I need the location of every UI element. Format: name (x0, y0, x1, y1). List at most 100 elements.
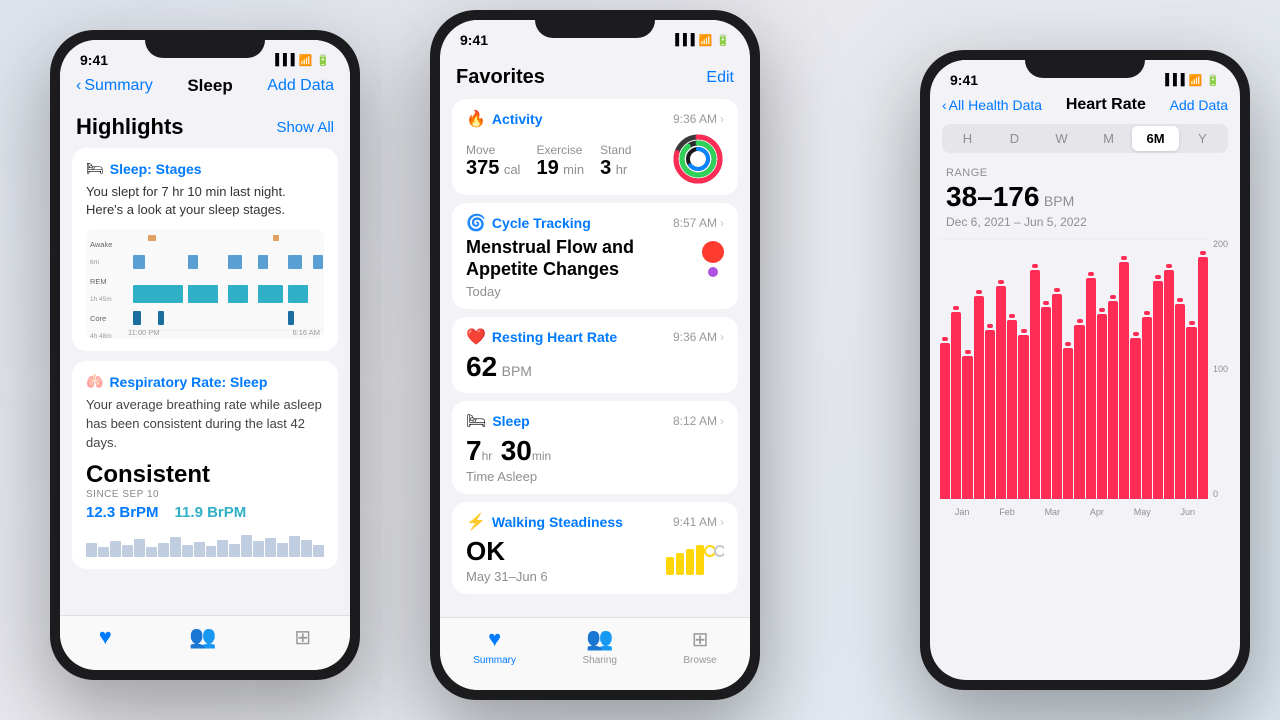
sleep-hours: 7 (466, 435, 482, 466)
cycle-title: Cycle Tracking (492, 215, 591, 231)
time-asleep-label: Time Asleep (466, 469, 724, 484)
stand-metric: Stand 3 hr (600, 143, 631, 180)
sleep-card-header: 🛏 Sleep 8:12 AM › (466, 411, 724, 431)
hr-bar-group (1086, 239, 1096, 499)
hr-bar-group (1074, 239, 1084, 499)
walking-icon: ⚡ (466, 512, 486, 532)
cycle-chevron: › (720, 216, 724, 230)
hr-bar (1063, 348, 1073, 499)
hr-dot (1110, 295, 1116, 299)
spark-bar (122, 545, 133, 557)
hr-bar-group (1186, 239, 1196, 499)
heart-rate-card[interactable]: ❤️ Resting Heart Rate 9:36 AM › 62 BPM (452, 317, 738, 393)
summary-tab-label: Summary (473, 655, 516, 666)
x-label-jan: Jan (955, 507, 970, 517)
walking-steadiness-card[interactable]: ⚡ Walking Steadiness 9:41 AM › OK May 31… (452, 502, 738, 594)
heart-chevron: › (720, 330, 724, 344)
hr-dot (1043, 301, 1049, 305)
sleep-chevron: › (720, 414, 724, 428)
activity-card-left: 🔥 Activity (466, 109, 543, 129)
respiratory-title: Respiratory Rate: Sleep (109, 374, 267, 390)
tab-D[interactable]: D (991, 126, 1038, 151)
spark-bar (158, 543, 169, 557)
browse-tab-icon: ⊞ (294, 625, 311, 650)
tab-browse-left[interactable]: ⊞ (294, 625, 311, 650)
battery-icon-right: 🔋 (1206, 74, 1220, 87)
spark-bar (253, 541, 264, 557)
cycle-time: 8:57 AM › (673, 216, 724, 230)
tab-H[interactable]: H (944, 126, 991, 151)
activity-card[interactable]: 🔥 Activity 9:36 AM › Move 375 cal Exer (452, 99, 738, 195)
hr-dot (976, 290, 982, 294)
sleep-stages-title: Sleep: Stages (110, 161, 202, 177)
status-time-right: 9:41 (950, 72, 978, 88)
cycle-tracking-card[interactable]: 🌀 Cycle Tracking 8:57 AM › Menstrual Flo… (452, 203, 738, 309)
tab-W[interactable]: W (1038, 126, 1085, 151)
move-label: Move (466, 143, 520, 157)
move-unit: cal (504, 162, 521, 177)
add-data-button-left[interactable]: Add Data (267, 77, 334, 95)
back-button-left[interactable]: ‹ Summary (76, 77, 153, 95)
exercise-val: 19 (536, 157, 558, 179)
show-all-button[interactable]: Show All (276, 119, 334, 136)
since-label: SINCE SEP 10 (86, 489, 324, 500)
hr-dot (1054, 288, 1060, 292)
hr-bar-group (985, 239, 995, 499)
hr-bar-group (1164, 239, 1174, 499)
hr-bar-group (1018, 239, 1028, 499)
walking-date: May 31–Jun 6 (466, 569, 548, 584)
tab-browse-middle[interactable]: ⊞ Browse (683, 627, 716, 666)
hr-bar-group (1041, 239, 1051, 499)
spark-bar (289, 536, 300, 557)
tab-sharing-left[interactable]: 👥 (189, 624, 216, 650)
hr-bar (1007, 320, 1017, 499)
hr-bar (1097, 314, 1107, 499)
status-icons-middle: ▐▐▐ 📶 🔋 (671, 34, 730, 47)
walking-val: OK (466, 536, 548, 567)
hr-dot (953, 306, 959, 310)
back-button-right[interactable]: ‹ All Health Data (942, 97, 1042, 113)
y-label-200: 200 (1213, 239, 1228, 249)
sleep-stages-card[interactable]: 🛏 Sleep: Stages You slept for 7 hr 10 mi… (72, 148, 338, 351)
tab-Y[interactable]: Y (1179, 126, 1226, 151)
tab-sharing-middle[interactable]: 👥 Sharing (582, 626, 616, 666)
tab-summary-middle[interactable]: ♥ Summary (473, 626, 516, 666)
hr-bar-group (1108, 239, 1118, 499)
activity-flame-icon: 🔥 (466, 109, 486, 129)
phone-middle: 9:41 ▐▐▐ 📶 🔋 Favorites Edit 🔥 Activity 9… (430, 10, 760, 700)
heart-rate-title: Resting Heart Rate (492, 329, 617, 345)
activity-title: Activity (492, 111, 543, 127)
consistent-label: Consistent (86, 461, 324, 489)
activity-card-header: 🔥 Activity 9:36 AM › (466, 109, 724, 129)
signal-icon-left: ▐▐▐ (271, 54, 294, 66)
tab-summary-left[interactable]: ♥ (99, 624, 112, 650)
hr-dot (1166, 264, 1172, 268)
hr-bar (1108, 301, 1118, 499)
sleep-time-display: 8:12 AM › (673, 414, 724, 428)
time-range-tabs: H D W M 6M Y (942, 124, 1228, 153)
walking-title: Walking Steadiness (492, 514, 623, 530)
activity-ring (672, 133, 724, 185)
cycle-today: Today (466, 284, 702, 299)
spark-bar (182, 545, 193, 557)
status-time-middle: 9:41 (460, 32, 488, 48)
battery-icon-middle: 🔋 (716, 34, 730, 47)
hr-bar (1030, 270, 1040, 499)
rem-label: REM1h 45m (90, 274, 112, 307)
hr-range-section: RANGE 38–176 BPM Dec 6, 2021 – Jun 5, 20… (930, 163, 1240, 239)
spark-bar (98, 547, 109, 557)
edit-button[interactable]: Edit (706, 69, 734, 87)
signal-icon-right: ▐▐▐ (1161, 74, 1184, 86)
hr-bar (1153, 281, 1163, 499)
sleep-card[interactable]: 🛏 Sleep 8:12 AM › 7hr 30min Time Asleep (452, 401, 738, 494)
tab-M[interactable]: M (1085, 126, 1132, 151)
add-data-button-right[interactable]: Add Data (1170, 97, 1228, 113)
stand-label: Stand (600, 143, 631, 157)
sharing-tab-icon: 👥 (189, 624, 216, 650)
nav-title-left: Sleep (187, 76, 232, 96)
tab-6M[interactable]: 6M (1132, 126, 1179, 151)
heart-rate-header: ❤️ Resting Heart Rate 9:36 AM › (466, 327, 724, 347)
sleep-stages-svg (128, 233, 324, 333)
hr-bar (962, 356, 972, 499)
respiratory-card[interactable]: 🫁 Respiratory Rate: Sleep Your average b… (72, 361, 338, 569)
